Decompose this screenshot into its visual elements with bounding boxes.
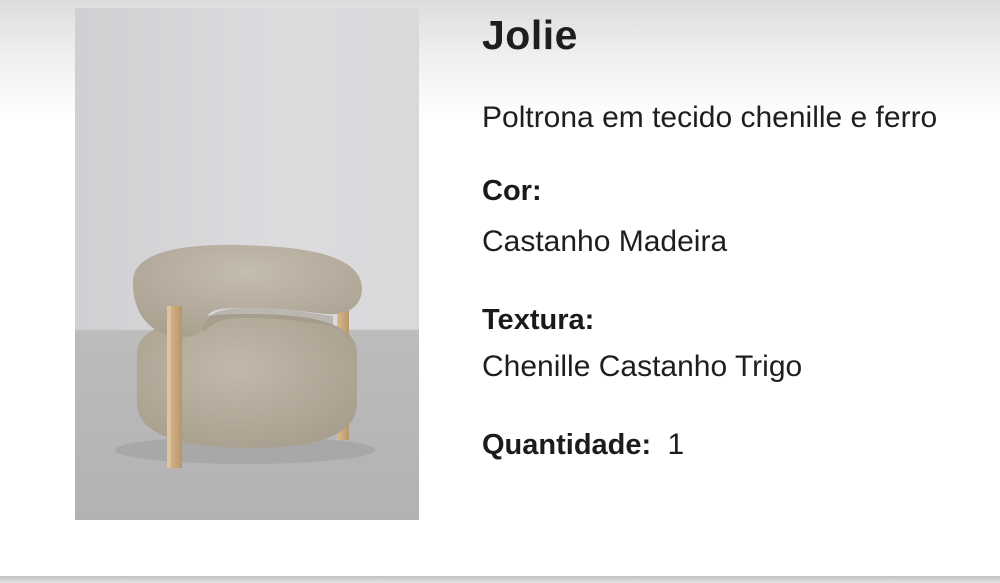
armchair-photo-icon — [75, 8, 419, 520]
color-label: Cor: — [482, 175, 542, 207]
product-description: Poltrona em tecido chenille e ferro — [482, 101, 938, 134]
quantity-value: 1 — [667, 428, 685, 461]
texture-value: Chenille Castanho Trigo — [482, 350, 803, 383]
texture-label: Textura: — [482, 304, 595, 336]
product-title[interactable]: Jolie — [482, 12, 578, 59]
color-value: Castanho Madeira — [482, 225, 728, 258]
quantity-row: Quantidade: 1 — [482, 428, 684, 462]
quantity-label: Quantidade: — [482, 429, 652, 461]
product-image[interactable] — [75, 8, 419, 520]
cart-item: Jolie Poltrona em tecido chenille e ferr… — [0, 0, 1000, 576]
bottom-divider — [0, 576, 1000, 583]
